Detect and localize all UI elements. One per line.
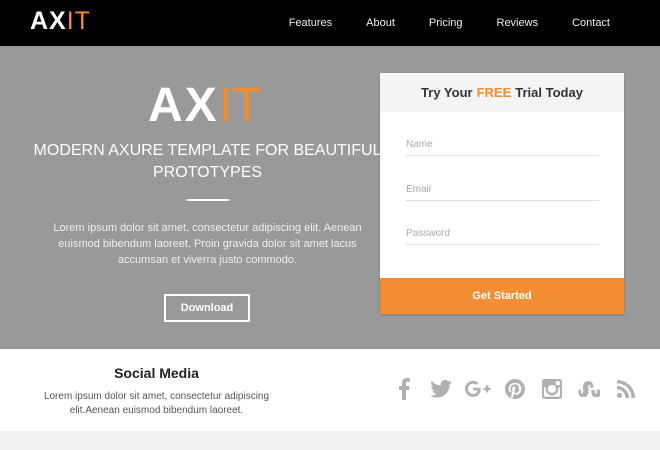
nav-features[interactable]: Features xyxy=(289,17,332,29)
social-icons xyxy=(385,376,644,402)
google-plus-icon[interactable] xyxy=(459,376,496,402)
trial-signup-card: Try Your FREE Trial Today Get Started xyxy=(380,73,624,314)
hero-logo: AXIT xyxy=(148,82,261,130)
hero-description: Lorem ipsum dolor sit amet, consectetur … xyxy=(53,222,362,266)
top-navbar: AXIT Features About Pricing Reviews Cont… xyxy=(0,0,660,46)
social-media-section: Social Media Lorem ipsum dolor sit amet,… xyxy=(0,349,660,431)
hero-title: MODERN AXURE TEMPLATE FOR BEAUTIFUL PROT… xyxy=(33,142,382,181)
brand-logo[interactable]: AXIT xyxy=(30,7,91,36)
name-field[interactable] xyxy=(406,134,599,156)
nav-reviews[interactable]: Reviews xyxy=(497,17,539,29)
hero-logo-it: IT xyxy=(218,79,262,132)
nav-contact[interactable]: Contact xyxy=(572,17,610,29)
footer-strip xyxy=(0,431,660,450)
main-nav: Features About Pricing Reviews Contact xyxy=(255,0,610,46)
social-title: Social Media xyxy=(114,365,199,381)
download-button[interactable]: Download xyxy=(164,294,250,322)
trial-title-after: Trial Today xyxy=(515,85,583,100)
stumbleupon-icon[interactable] xyxy=(570,376,607,402)
nav-pricing[interactable]: Pricing xyxy=(429,17,463,29)
social-description: Lorem ipsum dolor sit amet, consectetur … xyxy=(43,391,270,416)
email-field[interactable] xyxy=(406,179,599,201)
nav-about[interactable]: About xyxy=(366,17,395,29)
trial-title-before: Try Your xyxy=(421,85,473,100)
hero-divider xyxy=(187,199,229,201)
hero-logo-ax: AX xyxy=(148,79,219,132)
pinterest-icon[interactable] xyxy=(496,376,533,402)
rss-icon[interactable] xyxy=(607,376,644,402)
password-field[interactable] xyxy=(406,223,599,245)
trial-title-free: FREE xyxy=(476,85,512,100)
facebook-icon[interactable] xyxy=(385,376,422,402)
twitter-icon[interactable] xyxy=(422,376,459,402)
logo-it: IT xyxy=(66,7,91,35)
trial-card-title: Try Your FREE Trial Today xyxy=(380,73,624,112)
get-started-button[interactable]: Get Started xyxy=(380,278,624,314)
instagram-icon[interactable] xyxy=(533,376,570,402)
logo-ax: AX xyxy=(30,7,67,35)
